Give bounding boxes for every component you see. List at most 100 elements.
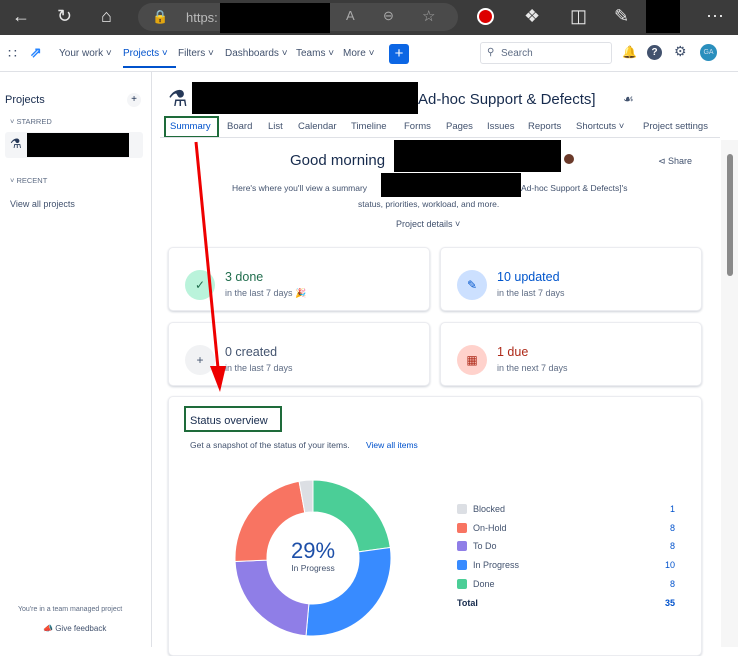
legend-label: To Do — [473, 541, 497, 552]
search-input[interactable]: ⚲ Search — [480, 42, 612, 64]
summary-description-suffix: Ad-hoc Support & Defects]'s — [521, 183, 628, 193]
nav-teams[interactable]: Teams ˅ — [296, 48, 334, 59]
nav-projects[interactable]: Projects ˅ — [123, 48, 176, 68]
help-icon[interactable]: ? — [647, 45, 662, 60]
stat-icon: ▦ — [457, 345, 487, 375]
legend-label: Blocked — [473, 504, 506, 514]
total-value: 35 — [664, 598, 675, 608]
url-text: https: — [186, 10, 218, 25]
legend-item[interactable]: To Do 8 — [457, 541, 687, 553]
recent-heading: ˅ RECENT — [10, 176, 48, 185]
scrollbar[interactable] — [721, 140, 738, 647]
legend-item[interactable]: Done 8 — [457, 578, 687, 591]
redacted — [27, 133, 129, 157]
nav-your-work[interactable]: Your work ˅ — [59, 48, 112, 59]
tab-project-settings[interactable]: Project settings — [643, 121, 708, 132]
summary-description: Here's where you'll view a summary — [232, 183, 368, 193]
app-switcher-icon[interactable]: ∷ — [8, 45, 17, 62]
legend-swatch — [457, 522, 467, 533]
view-all-projects-link[interactable]: View all projects — [10, 199, 75, 209]
legend-item[interactable]: Blocked 1 — [457, 504, 687, 516]
give-feedback-link[interactable]: 📣 Give feedback — [43, 624, 106, 633]
stat-subtitle: in the last 7 days — [225, 363, 293, 373]
tab-list[interactable]: List — [268, 121, 283, 132]
emoji-icon — [564, 154, 574, 164]
address-bar[interactable]: 🔒 https: A ⊖ ☆ — [138, 3, 458, 33]
favorite-icon[interactable]: ☆ — [422, 7, 435, 25]
jira-logo-icon[interactable]: ⇗ — [30, 44, 42, 61]
legend-item[interactable]: On-Hold 8 — [457, 522, 687, 535]
legend-swatch — [457, 541, 467, 552]
legend-label: On-Hold — [473, 522, 507, 533]
extension-icon[interactable] — [477, 8, 494, 25]
share-button[interactable]: ⊲ Share — [658, 156, 692, 167]
nav-filters[interactable]: Filters ˅ — [178, 48, 214, 59]
tab-shortcuts[interactable]: Shortcuts ˅ — [576, 121, 624, 132]
legend-swatch — [457, 504, 467, 514]
stat-card[interactable]: + 0 created in the last 7 days — [168, 322, 430, 386]
collections-icon[interactable]: ✎ — [614, 6, 629, 27]
redacted — [220, 3, 330, 33]
redacted — [192, 82, 418, 114]
donut-center-label: In Progress — [291, 563, 335, 573]
view-all-items-link[interactable]: View all items — [366, 440, 418, 450]
stat-icon: ✓ — [185, 270, 215, 300]
nav-more[interactable]: More ˅ — [343, 48, 374, 59]
more-icon[interactable]: ⋯ — [706, 6, 724, 27]
stat-title[interactable]: 3 done — [225, 270, 263, 284]
theme-icon[interactable]: ☙ — [623, 92, 634, 106]
legend-value: 8 — [669, 578, 675, 589]
stat-card[interactable]: ▦ 1 due in the next 7 days — [440, 322, 702, 386]
legend-swatch — [457, 560, 467, 571]
stat-title[interactable]: 0 created — [225, 345, 277, 359]
sidebar-title: Projects — [5, 94, 45, 106]
legend-value: 1 — [669, 504, 675, 514]
split-screen-icon[interactable]: ◫ — [570, 6, 587, 27]
read-aloud-icon[interactable]: A — [346, 8, 355, 23]
browser-toolbar: ← ↻ ⌂ 🔒 https: A ⊖ ☆ ❖ ◫ ✎ ⋯ — [0, 0, 738, 35]
tab-pages[interactable]: Pages — [446, 121, 473, 132]
back-icon[interactable]: ← — [12, 6, 30, 27]
stat-subtitle: in the next 7 days — [497, 363, 568, 373]
zoom-icon[interactable]: ⊖ — [383, 8, 394, 24]
scrollbar-thumb[interactable] — [727, 154, 733, 276]
legend-value: 8 — [669, 522, 675, 533]
highlight-box — [164, 116, 219, 138]
stat-title[interactable]: 1 due — [497, 345, 528, 359]
stat-title[interactable]: 10 updated — [497, 270, 560, 284]
avatar[interactable]: GA — [700, 44, 717, 61]
extensions-icon[interactable]: ❖ — [524, 6, 540, 27]
lock-icon: 🔒 — [152, 9, 169, 24]
redacted — [394, 140, 561, 172]
legend-swatch — [457, 578, 467, 589]
project-title: Ad-hoc Support & Defects] — [418, 91, 596, 108]
tab-timeline[interactable]: Timeline — [351, 121, 387, 132]
search-icon: ⚲ — [487, 47, 495, 58]
tab-board[interactable]: Board — [227, 121, 252, 132]
nav-dashboards[interactable]: Dashboards ˅ — [225, 48, 288, 59]
team-managed-note: You're in a team managed project — [18, 606, 123, 613]
project-details-button[interactable]: Project details ˅ — [396, 219, 460, 229]
refresh-icon[interactable]: ↻ — [57, 6, 72, 27]
legend-label: Done — [473, 578, 495, 589]
status-overview-title: Status overview — [190, 415, 268, 427]
create-button[interactable]: + — [389, 44, 409, 64]
divider — [160, 137, 720, 138]
tab-forms[interactable]: Forms — [404, 121, 431, 132]
settings-icon[interactable]: ⚙ — [674, 43, 687, 60]
add-project-button[interactable]: + — [127, 93, 141, 107]
notifications-icon[interactable]: 🔔 — [622, 45, 637, 59]
stat-card[interactable]: ✓ 3 done in the last 7 days 🎉 — [168, 247, 430, 311]
tab-reports[interactable]: Reports — [528, 121, 561, 132]
redacted — [381, 173, 521, 197]
top-nav: ∷ ⇗ Your work ˅ Projects ˅ Filters ˅ Das… — [0, 35, 738, 72]
legend-item[interactable]: In Progress 10 — [457, 560, 687, 572]
sidebar: Projects + ˅ STARRED ⚗ ˅ RECENT View all… — [0, 72, 152, 647]
status-overview-subtitle: Get a snapshot of the status of your ite… — [190, 440, 350, 450]
starred-project[interactable]: ⚗ — [5, 132, 143, 158]
home-icon[interactable]: ⌂ — [101, 6, 112, 27]
stat-card[interactable]: ✎ 10 updated in the last 7 days — [440, 247, 702, 311]
legend-value: 10 — [664, 560, 675, 571]
tab-issues[interactable]: Issues — [487, 121, 514, 132]
tab-calendar[interactable]: Calendar — [298, 121, 337, 132]
